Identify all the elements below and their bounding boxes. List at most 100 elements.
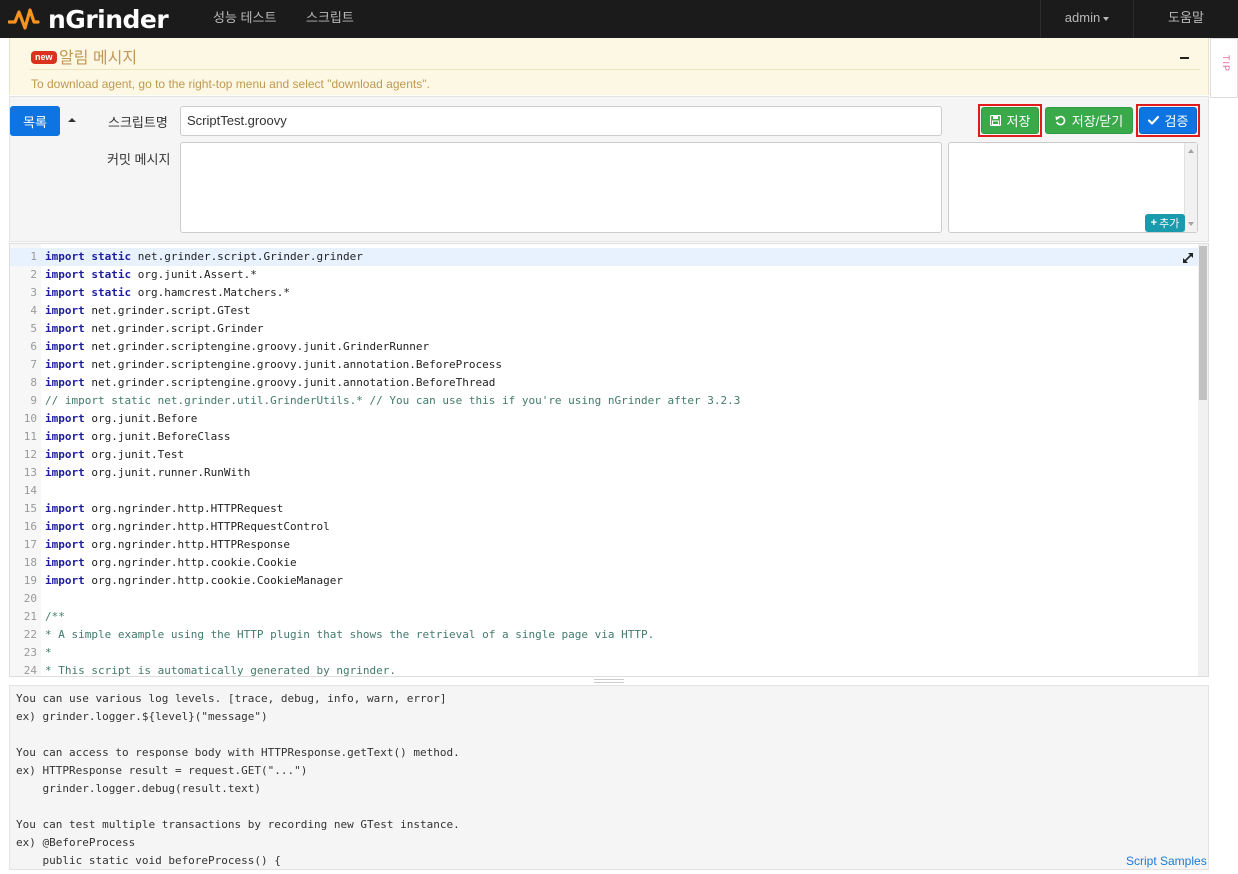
- keyword: import: [45, 520, 85, 533]
- keyword: import: [45, 304, 85, 317]
- line-number: 19: [23, 574, 37, 587]
- keyword: import: [45, 322, 85, 335]
- code-rest: org.junit.runner.RunWith: [84, 466, 251, 479]
- code-line[interactable]: 16 import org.ngrinder.http.HTTPRequestCo…: [10, 518, 1198, 536]
- tip-tab[interactable]: TIP: [1210, 38, 1238, 98]
- code-line[interactable]: 15 import org.ngrinder.http.HTTPRequest: [10, 500, 1198, 518]
- code-line[interactable]: 4 import net.grinder.script.GTest: [10, 302, 1198, 320]
- code-text: import static net.grinder.script.Grinder…: [45, 248, 363, 266]
- code-rest: net.grinder.scriptengine.groovy.junit.Gr…: [84, 340, 430, 353]
- script-name-label: 스크립트명: [108, 115, 168, 130]
- code-line[interactable]: 24 * This script is automatically generat…: [10, 662, 1198, 676]
- line-number: 2: [30, 268, 37, 281]
- collapse-icon[interactable]: [1180, 57, 1189, 59]
- code-text: import org.ngrinder.http.cookie.CookieMa…: [45, 572, 343, 590]
- comment-text: // import static net.grinder.util.Grinde…: [45, 394, 741, 407]
- expand-icon[interactable]: [1181, 251, 1195, 265]
- commit-message-input[interactable]: [180, 142, 942, 233]
- keyword: import: [45, 556, 85, 569]
- code-line[interactable]: 19 import org.ngrinder.http.cookie.Cookie…: [10, 572, 1198, 590]
- code-line[interactable]: 8 import net.grinder.scriptengine.groovy.…: [10, 374, 1198, 392]
- code-line[interactable]: 11 import org.junit.BeforeClass: [10, 428, 1198, 446]
- help-menu[interactable]: 도움말: [1133, 0, 1238, 38]
- line-number: 16: [23, 520, 37, 533]
- code-rest: org.ngrinder.http.cookie.Cookie: [84, 556, 297, 569]
- code-text: import org.junit.Test: [45, 446, 184, 464]
- scroll-up-icon[interactable]: [1188, 149, 1194, 153]
- code-text: // import static net.grinder.util.Grinde…: [45, 392, 740, 410]
- validate-button[interactable]: 검증: [1139, 107, 1197, 134]
- code-line[interactable]: 12 import org.junit.Test: [10, 446, 1198, 464]
- add-host-button[interactable]: + 추가: [1145, 214, 1185, 232]
- code-text: import net.grinder.scriptengine.groovy.j…: [45, 356, 502, 374]
- comment-text: /**: [45, 610, 65, 623]
- keyword: import static: [45, 268, 132, 281]
- save-close-button[interactable]: 저장/닫기: [1045, 107, 1133, 134]
- code-line[interactable]: 10 import org.junit.Before: [10, 410, 1198, 428]
- code-line[interactable]: 14: [10, 482, 1198, 500]
- keyword: import: [45, 430, 85, 443]
- code-text: import net.grinder.scriptengine.groovy.j…: [45, 374, 495, 392]
- code-line[interactable]: 1 import static net.grinder.script.Grinde…: [10, 248, 1198, 266]
- code-rest: org.junit.Before: [84, 412, 198, 425]
- code-rest: org.ngrinder.http.HTTPRequestControl: [84, 520, 330, 533]
- code-line[interactable]: 17 import org.ngrinder.http.HTTPResponse: [10, 536, 1198, 554]
- save-close-label: 저장/닫기: [1071, 114, 1124, 129]
- nav-performance-test[interactable]: 성능 테스트: [213, 0, 276, 38]
- script-samples-link[interactable]: Script Samples: [1126, 854, 1207, 868]
- script-name-input[interactable]: ScriptTest.groovy: [180, 106, 942, 136]
- script-tips-panel: You can use various log levels. [trace, …: [9, 685, 1209, 870]
- code-line[interactable]: 13 import org.junit.runner.RunWith: [10, 464, 1198, 482]
- code-rest: org.ngrinder.http.HTTPRequest: [84, 502, 284, 515]
- code-line[interactable]: 9 // import static net.grinder.util.Grind…: [10, 392, 1198, 410]
- notice-divider: [30, 69, 1200, 70]
- code-text: import static org.junit.Assert.*: [45, 266, 257, 284]
- resize-handle[interactable]: [594, 679, 624, 683]
- floppy-disk-icon: [989, 115, 1001, 126]
- keyword: import: [45, 502, 85, 515]
- code-line[interactable]: 20: [10, 590, 1198, 608]
- code-line[interactable]: 18 import org.ngrinder.http.cookie.Cookie: [10, 554, 1198, 572]
- line-number: 15: [23, 502, 37, 515]
- scroll-down-icon[interactable]: [1188, 222, 1194, 226]
- code-text: import org.ngrinder.http.cookie.Cookie: [45, 554, 297, 572]
- user-menu[interactable]: admin: [1040, 0, 1133, 38]
- brand-name: nGrinder: [48, 4, 169, 34]
- editor-scrollbar[interactable]: [1198, 244, 1208, 676]
- nav-script[interactable]: 스크립트: [306, 0, 354, 38]
- tip-line: You can test multiple transactions by re…: [16, 818, 460, 831]
- code-line[interactable]: 6 import net.grinder.scriptengine.groovy.…: [10, 338, 1198, 356]
- tip-label: TIP: [1221, 55, 1231, 73]
- tip-line: ex) HTTPResponse result = request.GET(".…: [16, 764, 308, 777]
- line-number: 12: [23, 448, 37, 461]
- code-text: import org.junit.Before: [45, 410, 197, 428]
- brand-logo[interactable]: nGrinder: [8, 2, 169, 36]
- code-line[interactable]: 21 /**: [10, 608, 1198, 626]
- line-number: 9: [30, 394, 37, 407]
- code-rest: org.ngrinder.http.cookie.CookieManager: [84, 574, 344, 587]
- code-rest: net.grinder.script.Grinder.grinder: [131, 250, 363, 263]
- keyword: import: [45, 340, 85, 353]
- code-line[interactable]: 22 * A simple example using the HTTP plug…: [10, 626, 1198, 644]
- keyword: import: [45, 466, 85, 479]
- code-editor[interactable]: 1 import static net.grinder.script.Grinde…: [9, 243, 1209, 677]
- line-number: 8: [30, 376, 37, 389]
- code-line[interactable]: 7 import net.grinder.scriptengine.groovy.…: [10, 356, 1198, 374]
- code-line[interactable]: 2 import static org.junit.Assert.*: [10, 266, 1198, 284]
- target-host-list[interactable]: + 추가: [948, 142, 1198, 233]
- caret-up-icon[interactable]: [68, 118, 76, 122]
- list-button[interactable]: 목록: [10, 106, 60, 136]
- code-line[interactable]: 23 *: [10, 644, 1198, 662]
- comment-text: * A simple example using the HTTP plugin…: [45, 628, 655, 641]
- target-host-scrollbar[interactable]: [1184, 143, 1197, 232]
- code-line[interactable]: 5 import net.grinder.script.Grinder: [10, 320, 1198, 338]
- editor-scroll-thumb[interactable]: [1199, 246, 1207, 400]
- caret-down-icon: [1103, 16, 1110, 21]
- notice-title: 알림 메시지: [59, 50, 138, 67]
- code-text: import org.ngrinder.http.HTTPResponse: [45, 536, 290, 554]
- code-line[interactable]: 3 import static org.hamcrest.Matchers.*: [10, 284, 1198, 302]
- line-number: 21: [23, 610, 37, 623]
- notice-text: To download agent, go to the right-top m…: [31, 77, 430, 91]
- save-button[interactable]: 저장: [981, 107, 1039, 134]
- keyword: import: [45, 538, 85, 551]
